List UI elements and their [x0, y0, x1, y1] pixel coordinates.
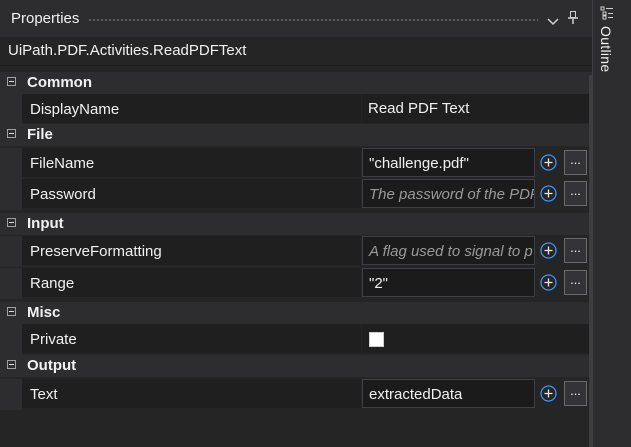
property-row-preserveformatting: PreserveFormatting A flag used to signal… — [0, 236, 592, 267]
property-name: Password — [22, 179, 361, 208]
category-input[interactable]: Input — [0, 213, 592, 235]
outline-side-tab[interactable]: Outline — [594, 0, 631, 447]
plus-icon[interactable] — [540, 185, 557, 202]
property-row-private: Private — [0, 324, 592, 355]
ellipsis-button[interactable]: ... — [564, 270, 587, 295]
category-file[interactable]: File — [0, 124, 592, 146]
collapse-icon[interactable] — [7, 218, 16, 227]
collapse-icon[interactable] — [7, 77, 16, 86]
plus-icon[interactable] — [540, 154, 557, 171]
ellipsis-button[interactable]: ... — [564, 381, 587, 406]
collapse-icon[interactable] — [7, 360, 16, 369]
collapse-icon[interactable] — [7, 129, 16, 138]
preserveformatting-input[interactable]: A flag used to signal to p — [362, 236, 535, 265]
property-row-displayname: DisplayName Read PDF Text — [0, 94, 592, 125]
activity-type-label: UiPath.PDF.Activities.ReadPDFText — [8, 42, 247, 59]
property-row-text: Text extractedData ... — [0, 379, 592, 410]
property-name: DisplayName — [22, 94, 361, 123]
property-name: PreserveFormatting — [22, 236, 361, 265]
property-row-range: Range "2" ... — [0, 268, 592, 299]
filename-input[interactable]: "challenge.pdf" — [362, 148, 535, 177]
property-name: Private — [22, 324, 361, 353]
category-label: Misc — [27, 304, 61, 321]
property-name: FileName — [22, 148, 361, 177]
category-label: Common — [27, 74, 92, 91]
displayname-value[interactable]: Read PDF Text — [362, 94, 589, 123]
plus-icon[interactable] — [540, 385, 557, 402]
category-label: File — [27, 126, 53, 143]
private-value — [362, 324, 589, 353]
ellipsis-button[interactable]: ... — [564, 181, 587, 206]
collapse-icon[interactable] — [7, 307, 16, 316]
category-misc[interactable]: Misc — [0, 302, 592, 324]
text-output-input[interactable]: extractedData — [362, 379, 535, 408]
ellipsis-button[interactable]: ... — [564, 238, 587, 263]
property-name: Range — [22, 268, 361, 297]
password-input[interactable]: The password of the PDF — [362, 179, 535, 208]
pin-icon[interactable] — [568, 11, 578, 27]
range-input[interactable]: "2" — [362, 268, 535, 297]
panel-title: Properties — [11, 10, 80, 27]
properties-panel: Properties UiPath.PDF.Activities.ReadPDF… — [0, 0, 593, 447]
property-name: Text — [22, 379, 361, 408]
scrollbar[interactable] — [589, 75, 592, 447]
category-output[interactable]: Output — [0, 355, 592, 377]
property-row-password: Password The password of the PDF ... — [0, 179, 592, 210]
plus-icon[interactable] — [540, 242, 557, 259]
outline-tab-label[interactable]: Outline — [598, 26, 614, 72]
title-grip — [88, 18, 538, 23]
panel-titlebar: Properties — [0, 0, 592, 37]
property-row-filename: FileName "challenge.pdf" ... — [0, 148, 592, 179]
category-common[interactable]: Common — [0, 72, 592, 94]
private-checkbox[interactable] — [369, 332, 384, 347]
category-label: Input — [27, 215, 64, 232]
divider — [0, 65, 592, 66]
ellipsis-button[interactable]: ... — [564, 150, 587, 175]
plus-icon[interactable] — [540, 274, 557, 291]
outline-icon — [600, 6, 614, 23]
chevron-down-icon[interactable] — [547, 13, 559, 29]
category-label: Output — [27, 357, 77, 374]
